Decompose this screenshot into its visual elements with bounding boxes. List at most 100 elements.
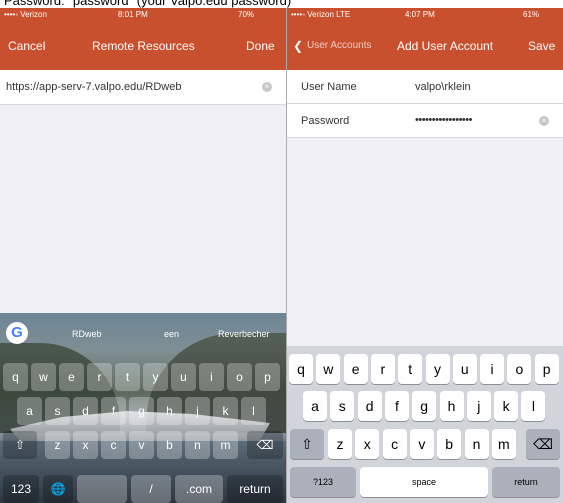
carrier: ••••◦ Verizon LTE [291,10,351,19]
keyboard: qwertyuiop asdfghjkl ⇧ z x c v b n m ⌫ ?123 spac… [287,346,563,503]
url-field[interactable]: https://app-serv-7.valpo.edu/RDweb × [0,70,286,105]
key-z[interactable]: z [45,431,70,459]
globe-icon[interactable]: 🌐 [43,475,73,503]
page-title: Remote Resources [92,39,195,53]
done-button[interactable]: Done [246,39,275,53]
key-e[interactable]: e [343,354,368,384]
key-q[interactable]: q [3,363,28,391]
page-title: Add User Account [397,39,494,53]
password-field[interactable]: Password ••••••••••••••••• × [287,104,563,138]
cancel-button[interactable]: Cancel [8,39,45,53]
key-w[interactable]: w [316,354,341,384]
shift-key[interactable]: ⇧ [3,431,37,459]
key-x[interactable]: x [73,431,98,459]
shift-key[interactable]: ⇧ [290,429,324,459]
key-l[interactable]: l [241,397,266,425]
numbers-key[interactable]: ?123 [290,467,356,497]
key-o[interactable]: o [227,363,252,391]
status-bar: ••••◦ Verizon 8:01 PM 70% [0,8,286,21]
key-t[interactable]: t [115,363,140,391]
suggestion-2[interactable]: een [164,329,179,339]
username-input[interactable]: valpo\rklein [415,81,471,93]
key-h[interactable]: h [157,397,182,425]
key-k[interactable]: k [494,391,519,421]
slash-key[interactable]: / [131,475,171,503]
password-input[interactable]: ••••••••••••••••• [415,114,472,126]
key-u[interactable]: u [452,354,477,384]
save-button[interactable]: Save [528,39,555,53]
clock: 4:07 PM [405,10,435,19]
key-s[interactable]: s [330,391,355,421]
nav-bar: ❮ User Accounts Add User Account Save [287,21,563,70]
suggestion-1[interactable]: RDweb [72,329,102,339]
key-a[interactable]: a [17,397,42,425]
clock: 8:01 PM [118,10,148,19]
key-c[interactable]: c [101,431,126,459]
key-w[interactable]: w [31,363,56,391]
battery-level: 61% [523,10,540,19]
carrier: ••••◦ Verizon [4,10,47,19]
key-i[interactable]: i [480,354,505,384]
key-j[interactable]: j [466,391,491,421]
key-y[interactable]: y [425,354,450,384]
key-u[interactable]: u [171,363,196,391]
key-h[interactable]: h [439,391,464,421]
space-key[interactable] [77,475,127,503]
battery-level: 70% [238,10,255,19]
suggestion-bar: G RDweb een Reverbecher [0,313,286,353]
key-t[interactable]: t [398,354,423,384]
key-s[interactable]: s [45,397,70,425]
key-e[interactable]: e [59,363,84,391]
back-button[interactable]: User Accounts [307,40,371,51]
key-y[interactable]: y [143,363,168,391]
key-j[interactable]: j [185,397,210,425]
add-user-account-screen: ••••◦ Verizon LTE 4:07 PM 61% ❮ User Acc… [287,8,563,503]
clear-icon[interactable]: × [539,116,549,126]
remote-resources-screen: ••••◦ Verizon 8:01 PM 70% Cancel Remote … [0,8,286,503]
dotcom-key[interactable]: .com [175,475,223,503]
key-o[interactable]: o [507,354,532,384]
password-label: Password [301,115,350,127]
key-n[interactable]: n [185,431,210,459]
delete-key[interactable]: ⌫ [247,431,283,459]
key-g[interactable]: g [412,391,437,421]
clear-icon[interactable]: × [262,82,272,92]
key-p[interactable]: p [255,363,280,391]
key-b[interactable]: b [157,431,182,459]
key-v[interactable]: v [409,429,434,459]
key-a[interactable]: a [303,391,327,421]
key-f[interactable]: f [384,391,409,421]
key-m[interactable]: m [213,431,238,459]
status-bar: ••••◦ Verizon LTE 4:07 PM 61% [287,8,563,21]
nav-bar: Cancel Remote Resources Done [0,21,286,70]
google-icon[interactable]: G [6,322,28,344]
delete-key[interactable]: ⌫ [526,429,560,459]
key-v[interactable]: v [129,431,154,459]
return-key[interactable]: return [227,475,283,503]
key-b[interactable]: b [437,429,462,459]
space-key[interactable]: space [360,467,488,497]
key-d[interactable]: d [73,397,98,425]
key-c[interactable]: c [382,429,407,459]
url-input[interactable]: https://app-serv-7.valpo.edu/RDweb [6,81,181,93]
key-f[interactable]: f [101,397,126,425]
key-m[interactable]: m [491,429,516,459]
key-i[interactable]: i [199,363,224,391]
key-x[interactable]: x [355,429,380,459]
key-q[interactable]: q [289,354,313,384]
return-key[interactable]: return [492,467,560,497]
numbers-key[interactable]: 123 [3,475,39,503]
key-n[interactable]: n [464,429,489,459]
key-d[interactable]: d [357,391,382,421]
key-r[interactable]: r [370,354,395,384]
suggestion-3[interactable]: Reverbecher [218,329,270,339]
key-z[interactable]: z [328,429,352,459]
key-p[interactable]: p [534,354,559,384]
key-g[interactable]: g [129,397,154,425]
key-l[interactable]: l [521,391,546,421]
username-field[interactable]: User Name valpo\rklein [287,70,563,104]
key-k[interactable]: k [213,397,238,425]
username-label: User Name [301,81,357,93]
key-r[interactable]: r [87,363,112,391]
back-chevron-icon[interactable]: ❮ [293,39,303,53]
